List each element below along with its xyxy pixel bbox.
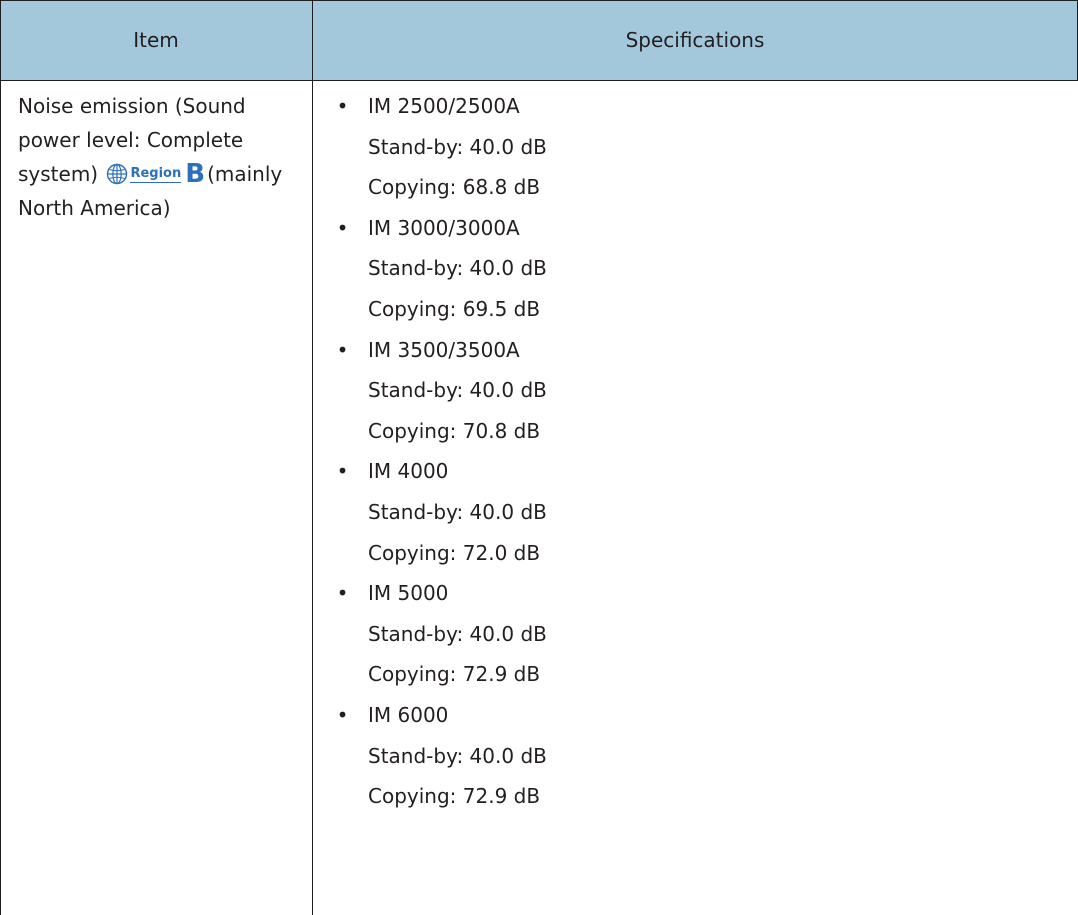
spec-table: Item Specifications Noise emission (Soun… <box>0 0 1078 915</box>
standby-value: Stand-by: 40.0 dB <box>368 499 547 524</box>
model-name: IM 3500/3500A <box>368 337 520 362</box>
item-line: North America) <box>18 196 171 220</box>
header-specifications: Specifications <box>625 28 765 52</box>
header-item: Item <box>133 28 179 52</box>
table-border-left <box>0 0 1 915</box>
bullet: • <box>336 215 349 240</box>
column-divider <box>312 0 313 915</box>
copying-value: Copying: 68.8 dB <box>368 175 541 200</box>
model-line: • IM 6000 <box>335 695 1035 736</box>
copying-value: Copying: 70.8 dB <box>368 418 541 443</box>
table-header-row: Item Specifications <box>0 0 1078 80</box>
region-letter: B <box>185 159 206 189</box>
table-border-top <box>0 0 1078 1</box>
spec-entry: • IM 3500/3500A Stand-by: 40.0 dB Copying… <box>335 330 1035 452</box>
bullet: • <box>336 581 349 606</box>
standby-value: Stand-by: 40.0 dB <box>368 378 547 403</box>
standby-value: Stand-by: 40.0 dB <box>368 621 547 646</box>
copying-value: Copying: 72.9 dB <box>368 784 541 809</box>
spec-entry: • IM 4000 Stand-by: 40.0 dB Copying: 72.0… <box>335 451 1035 573</box>
item-cell: Noise emission (Sound power level: Compl… <box>18 89 298 225</box>
standby-value: Stand-by: 40.0 dB <box>368 256 547 281</box>
item-text: (mainly <box>207 162 283 186</box>
globe-icon <box>107 163 128 185</box>
model-name: IM 4000 <box>368 459 449 484</box>
item-line: Noise emission (Sound <box>18 94 246 118</box>
model-name: IM 3000/3000A <box>368 215 520 240</box>
bullet: • <box>336 337 349 362</box>
model-line: • IM 4000 <box>335 451 1035 492</box>
specifications-list: • IM 2500/2500A Stand-by: 40.0 dB Copying… <box>335 86 1035 817</box>
spec-entry: • IM 2500/2500A Stand-by: 40.0 dB Copying… <box>335 86 1035 208</box>
item-line-with-region: system) Region B (mainly <box>18 157 298 191</box>
model-line: • IM 3000/3000A <box>335 208 1035 249</box>
model-name: IM 5000 <box>368 581 449 606</box>
bullet: • <box>336 702 349 727</box>
copying-value: Copying: 72.9 dB <box>368 662 541 687</box>
model-name: IM 6000 <box>368 702 449 727</box>
spec-entry: • IM 3000/3000A Stand-by: 40.0 dB Copying… <box>335 208 1035 330</box>
region-badge: Region B <box>106 159 206 189</box>
copying-value: Copying: 72.0 dB <box>368 540 541 565</box>
copying-value: Copying: 69.5 dB <box>368 296 541 321</box>
model-line: • IM 5000 <box>335 573 1035 614</box>
standby-value: Stand-by: 40.0 dB <box>368 134 547 159</box>
model-line: • IM 2500/2500A <box>335 86 1035 127</box>
item-text: system) <box>18 162 99 186</box>
spec-entry: • IM 5000 Stand-by: 40.0 dB Copying: 72.9… <box>335 573 1035 695</box>
region-label: Region <box>130 165 182 183</box>
standby-value: Stand-by: 40.0 dB <box>368 743 547 768</box>
spec-entry: • IM 6000 Stand-by: 40.0 dB Copying: 72.9… <box>335 695 1035 817</box>
model-line: • IM 3500/3500A <box>335 330 1035 371</box>
bullet: • <box>336 94 349 118</box>
item-line: power level: Complete <box>18 128 244 152</box>
header-divider <box>0 80 1078 81</box>
model-name: IM 2500/2500A <box>368 94 520 118</box>
bullet: • <box>336 459 349 484</box>
